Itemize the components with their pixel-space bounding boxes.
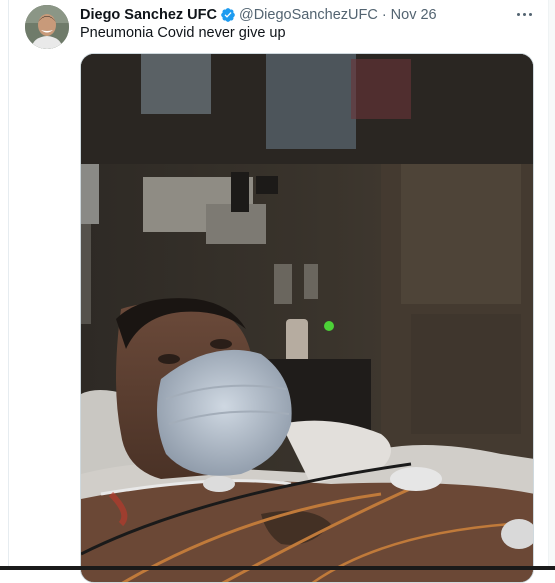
page-right-strip — [549, 0, 555, 570]
bottom-edge — [0, 566, 555, 570]
verified-badge-icon — [220, 7, 236, 23]
user-handle[interactable]: @DiegoSanchezUFC — [239, 7, 378, 23]
more-horizontal-icon — [516, 12, 520, 16]
separator-dot: · — [381, 7, 387, 23]
timeline-left-border — [8, 0, 9, 570]
tweet-text: Pneumonia Covid never give up — [80, 25, 286, 41]
tweet-header: Diego Sanchez UFC @DiegoSanchezUFC · Nov… — [80, 5, 437, 25]
more-options-button[interactable] — [510, 2, 538, 26]
tweet-photo[interactable] — [80, 53, 534, 583]
display-name[interactable]: Diego Sanchez UFC — [80, 7, 217, 23]
tweet-date[interactable]: Nov 26 — [391, 7, 437, 23]
avatar[interactable] — [25, 5, 69, 49]
